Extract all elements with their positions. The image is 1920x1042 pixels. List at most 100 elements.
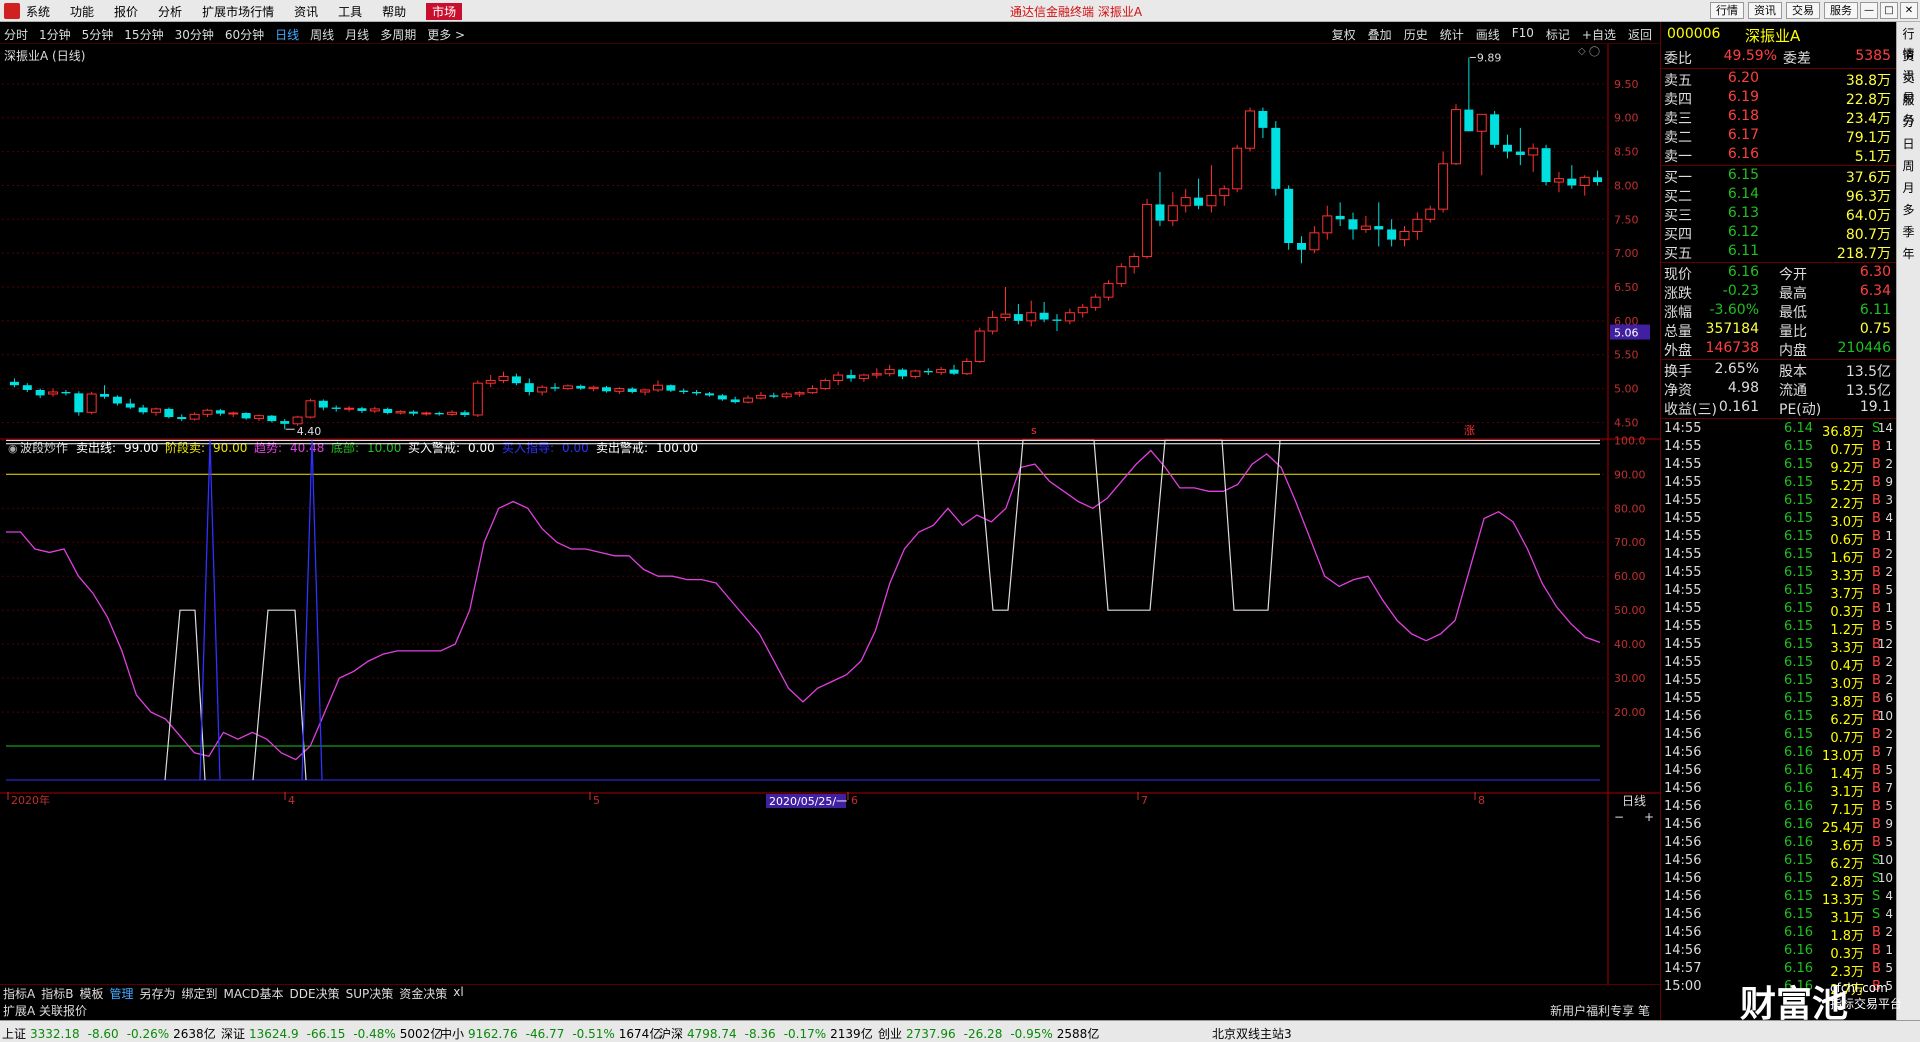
candle-body[interactable]	[961, 361, 972, 375]
candle-body[interactable]	[1490, 114, 1500, 145]
candle-body[interactable]	[1297, 243, 1307, 250]
candle-body[interactable]	[48, 391, 59, 395]
candle-body[interactable]	[395, 411, 406, 414]
index-0[interactable]: 上证 3332.18 -8.60 -0.26% 2638亿	[2, 1025, 216, 1042]
candle-body[interactable]	[241, 412, 251, 419]
bid-row-2[interactable]: 买三 6.13 64.0万	[1661, 205, 1897, 224]
tab-period-3[interactable]: 15分钟	[124, 26, 163, 43]
candle-body[interactable]	[369, 408, 380, 412]
candle-body[interactable]	[22, 385, 32, 390]
indicator-tab-10[interactable]: xl	[453, 985, 463, 1002]
candle-body[interactable]	[1360, 225, 1371, 230]
tab-period-8[interactable]: 月线	[345, 26, 369, 43]
candle-body[interactable]	[511, 376, 521, 384]
candle-body[interactable]	[1090, 296, 1101, 308]
candle-body[interactable]	[164, 408, 174, 418]
candle-body[interactable]	[949, 369, 959, 374]
side-tool-3[interactable]: 服务	[1899, 90, 1919, 127]
indicator-tab-9[interactable]: 资金决策	[399, 985, 447, 1002]
menu-item-1[interactable]: 功能	[70, 3, 94, 20]
tab-period-4[interactable]: 30分钟	[175, 26, 214, 43]
tab-period-5[interactable]: 60分钟	[225, 26, 264, 43]
candle-body[interactable]	[9, 381, 19, 386]
candle-body[interactable]	[987, 316, 998, 332]
candle-body[interactable]	[460, 412, 470, 416]
candle-body[interactable]	[743, 397, 754, 403]
close-icon[interactable]: ✕	[1900, 2, 1918, 19]
candle-body[interactable]	[357, 408, 367, 411]
bid-row-4[interactable]: 买五 6.11 218.7万	[1661, 243, 1897, 262]
candle-body[interactable]	[1013, 314, 1023, 321]
candle-body[interactable]	[1412, 218, 1423, 232]
top-button-2[interactable]: 交易	[1786, 2, 1820, 19]
candle-body[interactable]	[884, 369, 895, 375]
bottom-right-link[interactable]: 新用户福利专享 笔	[1550, 1002, 1650, 1019]
menu-item-4[interactable]: 扩展市场行情	[202, 3, 274, 20]
indicator-tab-2[interactable]: 模板	[79, 985, 103, 1002]
candle-body[interactable]	[1103, 283, 1114, 298]
candle-body[interactable]	[1077, 306, 1088, 314]
candle-body[interactable]	[1155, 204, 1165, 221]
menu-item-7[interactable]: 帮助	[382, 3, 406, 20]
bid-row-0[interactable]: 买一 6.15 37.6万	[1661, 167, 1897, 186]
chart-area[interactable]: 9.50 9.00 8.50 8.00 7.50 7.00 6.50 6.00 5.50 5.00…	[0, 44, 1660, 984]
zoom-out-icon[interactable]: −	[1614, 810, 1624, 824]
candle-body[interactable]	[1515, 151, 1525, 155]
tab-period-2[interactable]: 5分钟	[82, 26, 114, 43]
candle-body[interactable]	[1374, 226, 1384, 230]
bid-row-3[interactable]: 买四 6.12 80.7万	[1661, 224, 1897, 243]
candle-body[interactable]	[498, 375, 509, 381]
candle-body[interactable]	[228, 412, 239, 415]
candle-body[interactable]	[1258, 110, 1268, 128]
zoom-in-icon[interactable]: +	[1644, 810, 1654, 824]
candle-body[interactable]	[537, 386, 548, 393]
candle-body[interactable]	[1553, 178, 1564, 183]
kline-chart[interactable]: 9.509.008.508.007.507.006.506.005.505.00…	[0, 44, 1660, 984]
side-tool-7[interactable]: 月	[1899, 178, 1919, 198]
candle-body[interactable]	[138, 407, 148, 413]
side-tool-5[interactable]: 日	[1899, 134, 1919, 154]
ask-row-3[interactable]: 卖二 6.17 79.1万	[1661, 127, 1897, 146]
candle-body[interactable]	[1180, 197, 1191, 207]
candle-body[interactable]	[1064, 312, 1075, 322]
candle-body[interactable]	[601, 387, 612, 392]
chart-tool-4[interactable]: 画线	[1476, 26, 1500, 43]
candle-body[interactable]	[125, 403, 135, 408]
candle-body[interactable]	[61, 391, 71, 394]
candle-body[interactable]	[614, 388, 625, 392]
candle-body[interactable]	[898, 369, 908, 377]
candle-body[interactable]	[1194, 197, 1204, 206]
chart-tool-7[interactable]: +自选	[1582, 26, 1616, 43]
candle-body[interactable]	[692, 391, 702, 394]
candle-body[interactable]	[679, 390, 689, 392]
candle-body[interactable]	[704, 393, 714, 396]
side-tool-2[interactable]: 交易	[1899, 68, 1919, 105]
tab-period-0[interactable]: 分时	[4, 26, 28, 43]
side-tool-10[interactable]: 年	[1899, 244, 1919, 264]
index-1[interactable]: 深证 13624.9 -66.15 -0.48% 5002亿	[221, 1025, 442, 1042]
ask-row-1[interactable]: 卖四 6.19 22.8万	[1661, 89, 1897, 108]
index-3[interactable]: 沪深 4798.74 -8.36 -0.17% 2139亿	[659, 1025, 873, 1042]
candle-body[interactable]	[1579, 176, 1590, 186]
candle-body[interactable]	[1116, 266, 1127, 285]
side-tool-0[interactable]: 行情	[1899, 24, 1919, 61]
candle-body[interactable]	[1206, 195, 1217, 207]
top-button-1[interactable]: 资讯	[1748, 2, 1782, 19]
chart-tool-5[interactable]: F10	[1512, 26, 1534, 43]
candle-body[interactable]	[717, 395, 727, 400]
indicator-tab-0[interactable]: 指标A	[3, 985, 35, 1002]
candle-body[interactable]	[1593, 177, 1603, 183]
candle-body[interactable]	[421, 412, 432, 415]
candle-body[interactable]	[1129, 256, 1140, 268]
candle-body[interactable]	[550, 387, 560, 389]
candle-body[interactable]	[1425, 208, 1436, 220]
menu-item-6[interactable]: 工具	[338, 3, 362, 20]
candle-body[interactable]	[652, 384, 663, 391]
candle-body[interactable]	[871, 373, 882, 376]
tab-period-9[interactable]: 多周期	[380, 26, 416, 43]
menu-item-8[interactable]: 市场	[426, 3, 463, 20]
chart-tool-0[interactable]: 复权	[1332, 26, 1356, 43]
candle-body[interactable]	[1245, 110, 1256, 149]
indicator-tab-4[interactable]: 另存为	[139, 985, 175, 1002]
indicator-tab-1[interactable]: 指标B	[41, 985, 73, 1002]
